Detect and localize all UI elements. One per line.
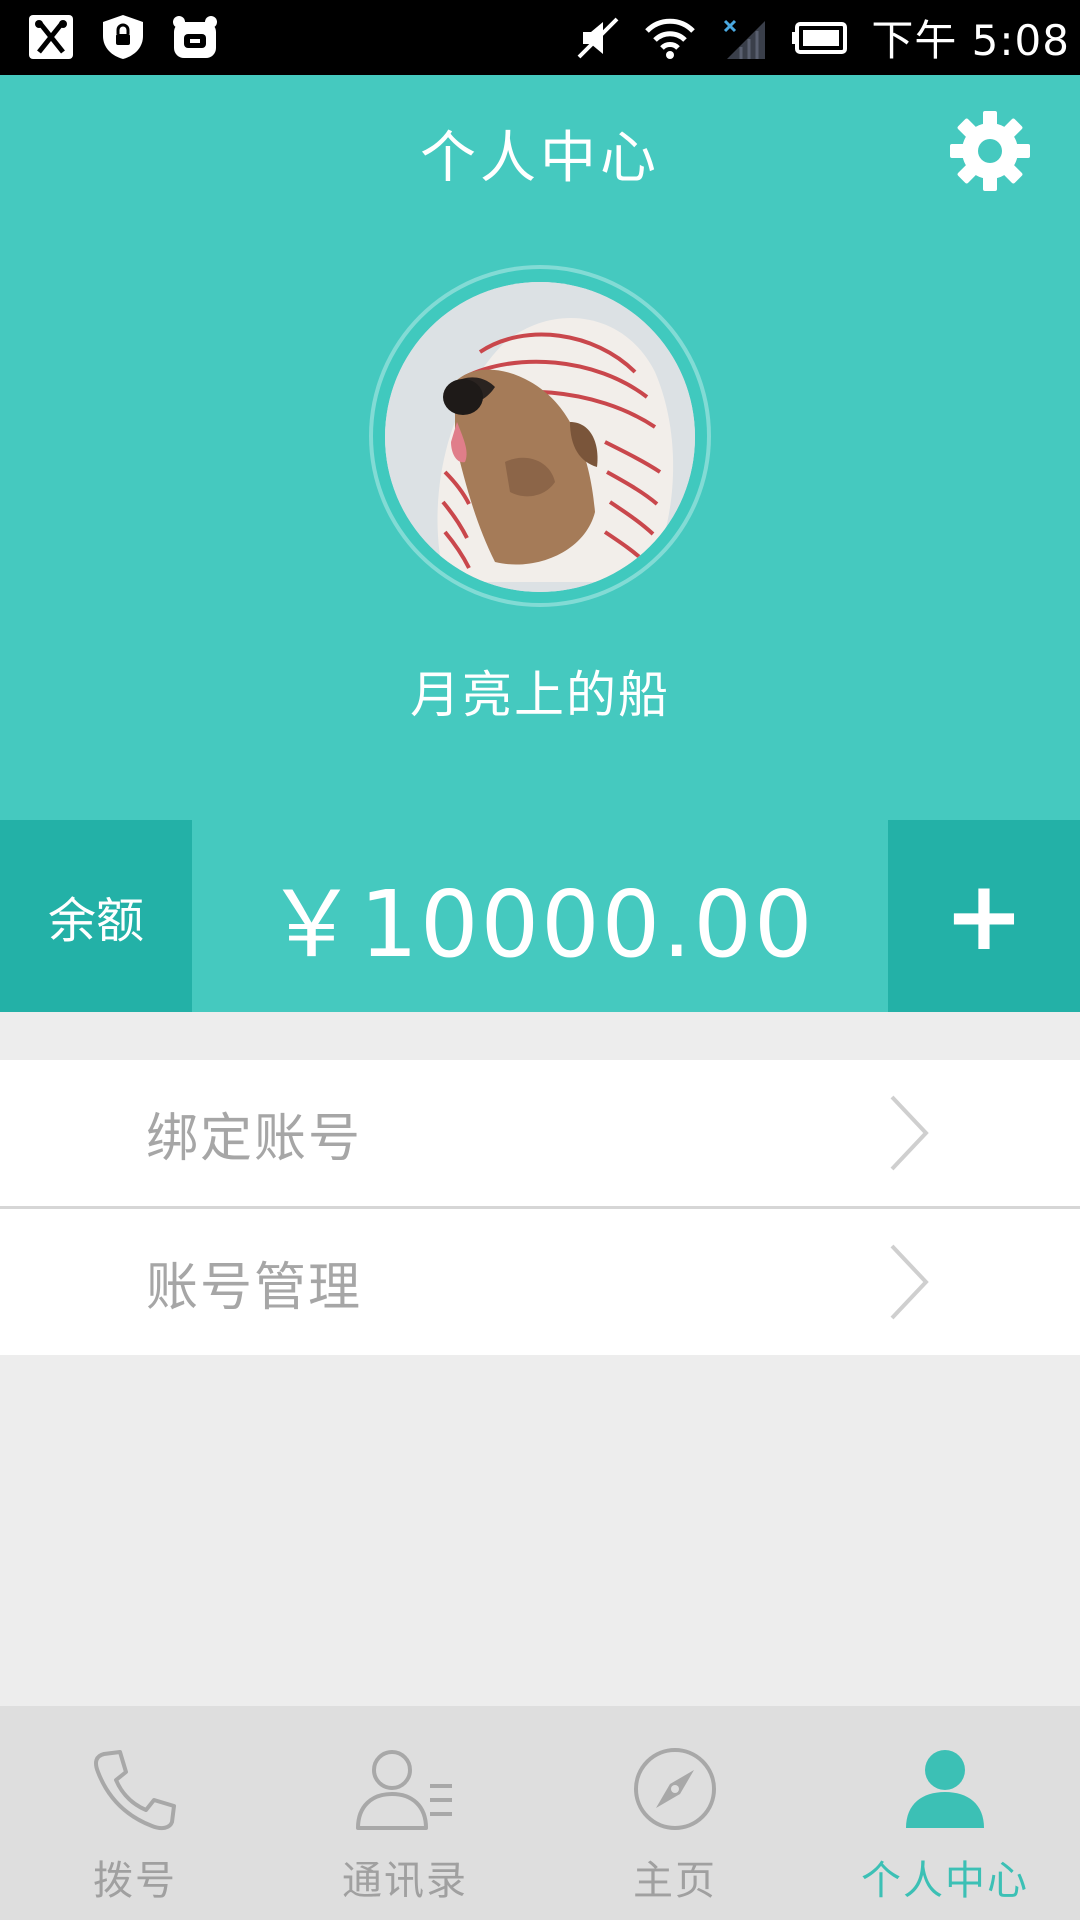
scissors-app-icon: [29, 15, 73, 59]
system-status-icons: 下午 5:08: [575, 0, 1070, 75]
nav-item-dial[interactable]: 拨号: [0, 1706, 270, 1920]
menu-item-label: 绑定账号: [146, 1108, 363, 1169]
phone-icon: [94, 1750, 176, 1831]
gear-icon[interactable]: [946, 107, 1034, 195]
shield-app-icon: [103, 15, 143, 59]
status-bar: 下午 5:08: [0, 0, 1080, 75]
username: 月亮上的船: [410, 666, 670, 724]
add-balance-button[interactable]: +: [888, 820, 1080, 1012]
menu-list: 绑定账号 账号管理: [0, 1060, 1080, 1355]
profile-header: 个人中心 月亮上的船: [0, 75, 1080, 820]
nav-label: 个人中心: [861, 1858, 1029, 1904]
wifi-icon: [645, 18, 696, 59]
page-title: 个人中心: [420, 126, 660, 191]
chevron-right-icon: [890, 1095, 929, 1171]
nav-item-profile[interactable]: 个人中心: [810, 1706, 1080, 1920]
person-icon: [906, 1750, 984, 1828]
chevron-right-icon: [890, 1244, 929, 1320]
contacts-icon: [356, 1750, 452, 1830]
balance-bar: 余额 ￥10000.00 +: [0, 820, 1080, 1012]
nav-label: 主页: [633, 1858, 717, 1904]
menu-item-account-management[interactable]: 账号管理: [0, 1206, 1080, 1355]
balance-label: 余额: [0, 820, 192, 1012]
nav-item-home[interactable]: 主页: [540, 1706, 810, 1920]
bottom-nav: 拨号 通讯录 主页 个人中心: [0, 1706, 1080, 1920]
nav-item-contacts[interactable]: 通讯录: [270, 1706, 540, 1920]
compass-icon: [634, 1748, 716, 1830]
dog-photo: [385, 282, 695, 592]
status-time: 下午 5:08: [871, 16, 1070, 65]
bear-app-icon: [173, 16, 217, 58]
notification-icons: [26, 12, 220, 62]
avatar[interactable]: [385, 282, 695, 592]
nav-label: 拨号: [93, 1858, 177, 1904]
balance-amount: ￥10000.00: [265, 870, 815, 978]
nav-label: 通讯录: [342, 1858, 468, 1904]
menu-item-label: 账号管理: [146, 1257, 363, 1318]
mute-icon: [577, 17, 619, 58]
battery-icon: [792, 21, 848, 54]
no-signal-icon: [724, 19, 766, 59]
menu-item-bind-account[interactable]: 绑定账号: [0, 1060, 1080, 1206]
